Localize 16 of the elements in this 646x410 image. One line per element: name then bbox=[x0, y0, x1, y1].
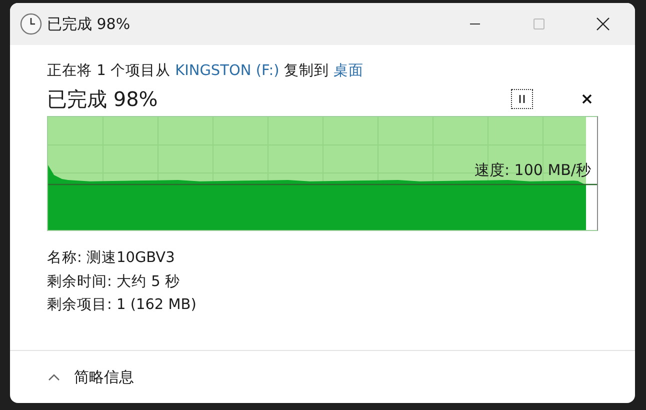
source-link[interactable]: KINGSTON (F:) bbox=[175, 63, 280, 79]
detail-text: 剩余项目: 1 (162 MB) bbox=[47, 296, 198, 315]
detail-text: 名称: 测速10GBV3 bbox=[47, 249, 176, 268]
copy-description: 正在将 1 个项目从 KINGSTON (F:) 复制到 桌面 bbox=[47, 62, 364, 81]
destination-link[interactable]: 桌面 bbox=[334, 63, 364, 79]
detail-text: 剩余时间: 大约 5 秒 bbox=[47, 272, 181, 292]
clock-icon bbox=[20, 13, 42, 35]
details-toggle[interactable]: 简略信息 bbox=[48, 368, 134, 386]
speed-label: 速度: 100 MB/秒 bbox=[474, 161, 591, 180]
progress-heading: 已完成 98% bbox=[47, 86, 159, 112]
window-title: 已完成 98% bbox=[47, 14, 132, 34]
close-icon bbox=[596, 17, 610, 31]
close-icon bbox=[582, 94, 592, 104]
maximize-icon bbox=[533, 18, 545, 30]
pause-icon bbox=[518, 94, 526, 104]
pause-button[interactable] bbox=[511, 89, 533, 109]
